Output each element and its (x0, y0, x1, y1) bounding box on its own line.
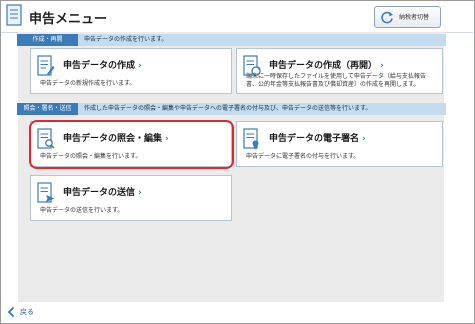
chevron-right-icon: › (138, 188, 142, 198)
document-edit-icon (37, 55, 55, 76)
section-create-resume: 作成・再開 申告データの作成を行います。 (17, 34, 446, 46)
card-create-title: 申告データの作成 (63, 61, 136, 71)
card-resume-description-line2: 書、公的年金等支払報告書及び償却資産）の作成を再開します。 (246, 81, 420, 88)
card-send[interactable]: 申告データの送信 › 申告データの送信を行います。 (30, 175, 232, 221)
back-label: 戻る (20, 308, 34, 316)
section-view-sign-send: 照会・署名・送信 作成した申告データの照会・編集や申告データへの電子署名の付与及… (17, 103, 446, 115)
card-create[interactable]: 申告データの作成 › 申告データの新規作成を行います。 (30, 48, 232, 94)
chevron-left-icon (7, 306, 15, 318)
section-tag: 作成・再開 (17, 34, 78, 46)
highlight-outline (29, 120, 234, 169)
section-tag: 照会・署名・送信 (17, 103, 78, 115)
page-title: 申告メニュー (29, 12, 108, 27)
switch-taxpayer-button[interactable]: 納税者切替 (374, 6, 441, 28)
page-header: 申告メニュー 納税者切替 (1, 1, 473, 33)
section-description: 申告データの作成を行います。 (84, 36, 168, 43)
chevron-right-icon: › (138, 61, 142, 71)
switch-taxpayer-label: 納税者切替 (399, 14, 430, 21)
document-sign-icon (243, 128, 259, 150)
card-send-title: 申告データの送信 (63, 188, 136, 198)
refresh-icon (381, 11, 393, 24)
card-send-description: 申告データの送信を行います。 (40, 207, 124, 214)
section-description: 作成した申告データの照会・編集や申告データへの電子署名の付与及び、申告データの送… (84, 105, 372, 112)
card-signature-description: 申告データに電子署名の付与を行います。 (246, 153, 360, 160)
card-signature-title: 申告データの電子署名 (269, 134, 360, 144)
document-send-icon (37, 182, 55, 203)
app-document-icon (6, 4, 22, 26)
chevron-right-icon: › (380, 61, 384, 71)
card-resume-description-line1: 端末に一時保存したファイルを使用して申告データ（給与支払報告 (246, 73, 426, 80)
chevron-right-icon: › (362, 134, 366, 144)
card-resume[interactable]: 申告データの作成（再開） › 端末に一時保存したファイルを使用して申告データ（給与… (236, 48, 443, 94)
card-create-description: 申告データの新規作成を行います。 (40, 80, 136, 87)
card-resume-title: 申告データの作成（再開） (269, 61, 378, 71)
card-signature[interactable]: 申告データの電子署名 › 申告データに電子署名の付与を行います。 (236, 121, 443, 167)
